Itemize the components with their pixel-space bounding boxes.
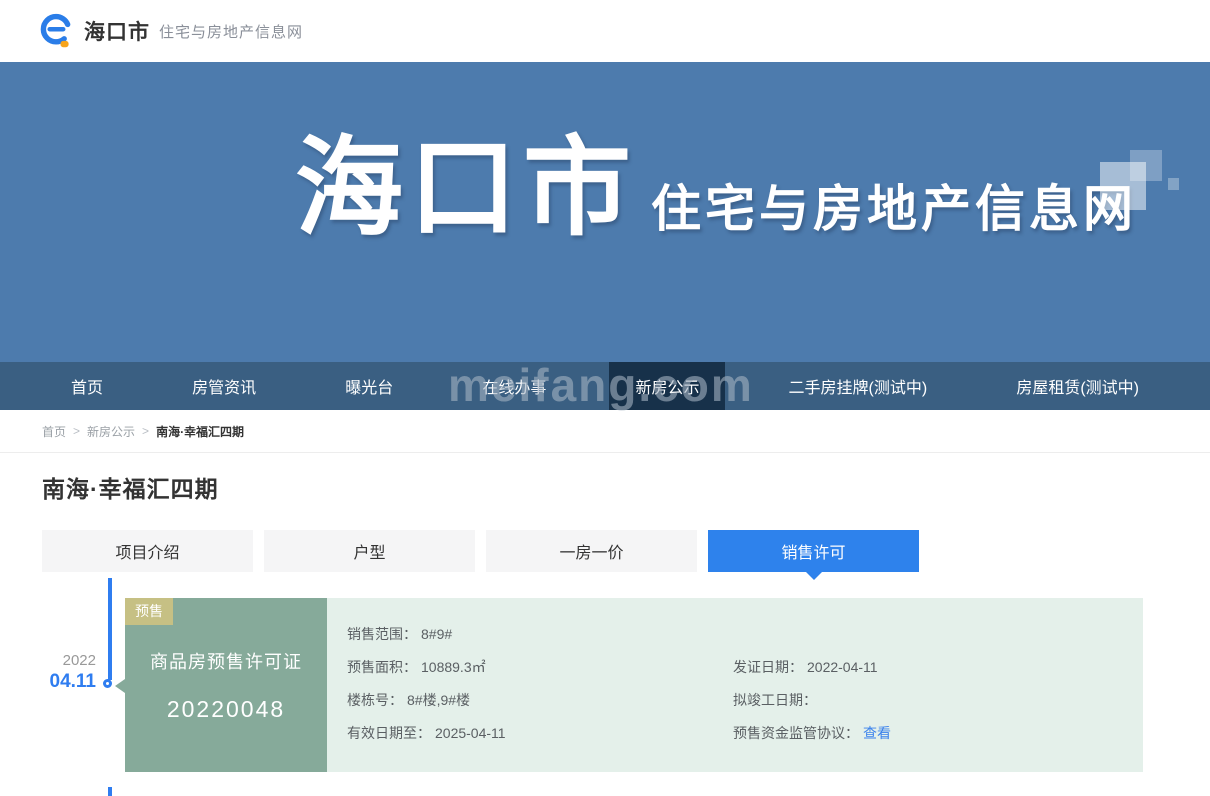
banner-text: 海口市 住宅与房地产信息网 — [295, 134, 1137, 242]
banner-decor-square — [1168, 178, 1179, 190]
site-name: 海口市 — [84, 21, 150, 44]
page-title: 南海·幸福汇四期 — [42, 476, 219, 502]
tab-bar: 项目介绍 户型 一房一价 销售许可 — [42, 530, 919, 580]
detail-valid-until: 有效日期至： 2025-04-11 — [347, 717, 506, 750]
nav-item-online-services[interactable]: 在线办事 — [456, 362, 572, 410]
detail-value: 10889.3㎡ — [421, 659, 486, 675]
breadcrumb-separator: > — [142, 424, 150, 438]
permit-card: 预售 商品房预售许可证 20220048 销售范围： 8#9# 预售面积： 1088… — [125, 598, 1143, 772]
tab-project-intro[interactable]: 项目介绍 — [42, 530, 253, 572]
detail-planned-completion: 拟竣工日期： — [733, 684, 891, 717]
detail-label: 楼栋号： — [347, 692, 403, 708]
tab-price-per-unit[interactable]: 一房一价 — [486, 530, 697, 572]
detail-sales-range: 销售范围： 8#9# — [347, 618, 506, 651]
detail-value: 2025-04-11 — [435, 725, 506, 741]
page: 海口市 住宅与房地产信息网 海口市 住宅与房地产信息网 首页 房管资讯 曝光台 … — [0, 0, 1210, 796]
detail-label: 有效日期至： — [347, 725, 431, 741]
timeline-day: 04.11 — [49, 671, 97, 692]
detail-label: 拟竣工日期： — [733, 692, 817, 708]
view-agreement-link[interactable]: 查看 — [863, 725, 891, 741]
detail-presale-area: 预售面积： 10889.3㎡ — [347, 651, 506, 684]
tab-floor-plans[interactable]: 户型 — [264, 530, 475, 572]
breadcrumb-home[interactable]: 首页 — [42, 423, 66, 440]
hero-banner: 海口市 住宅与房地产信息网 — [0, 62, 1210, 362]
detail-label: 发证日期： — [733, 659, 803, 675]
breadcrumb-current: 南海·幸福汇四期 — [156, 424, 245, 439]
presale-badge: 预售 — [125, 598, 173, 625]
site-logo-icon — [40, 13, 72, 48]
detail-value: 2022-04-11 — [807, 659, 878, 675]
detail-label: 预售面积： — [347, 659, 417, 675]
nav-item-secondhand[interactable]: 二手房挂牌(测试中) — [763, 362, 954, 410]
detail-label: 销售范围： — [347, 626, 417, 642]
timeline-date: 2022 04.11 — [26, 652, 97, 693]
breadcrumb-new-homes[interactable]: 新房公示 — [87, 423, 135, 440]
breadcrumb-separator: > — [73, 424, 81, 438]
timeline-line — [108, 578, 112, 680]
nav-item-home[interactable]: 首页 — [45, 362, 129, 410]
nav-item-new-homes[interactable]: 新房公示 — [609, 362, 726, 410]
timeline-line — [108, 787, 112, 796]
breadcrumb: 首页 > 新房公示 > 南海·幸福汇四期 — [0, 410, 1210, 453]
detail-label: 预售资金监管协议： — [733, 725, 859, 741]
nav-item-exposure[interactable]: 曝光台 — [319, 362, 419, 410]
timeline-node-icon — [103, 679, 112, 688]
detail-issue-date: 发证日期： 2022-04-11 — [733, 651, 891, 684]
site-subtitle: 住宅与房地产信息网 — [159, 23, 304, 41]
permit-card-details: 销售范围： 8#9# 预售面积： 10889.3㎡ 楼栋号： 8#楼,9#楼 有效日期… — [327, 598, 1143, 772]
detail-building-number: 楼栋号： 8#楼,9#楼 — [347, 684, 506, 717]
details-right-column: 发证日期： 2022-04-11 拟竣工日期： 预售资金监管协议： 查看 — [733, 651, 891, 750]
details-left-column: 销售范围： 8#9# 预售面积： 10889.3㎡ 楼栋号： 8#楼,9#楼 有效日期… — [347, 618, 506, 750]
tab-sales-permit[interactable]: 销售许可 — [708, 530, 919, 580]
main-nav: 首页 房管资讯 曝光台 在线办事 新房公示 二手房挂牌(测试中) 房屋租赁(测试… — [0, 362, 1210, 410]
banner-title: 海口市 — [295, 127, 638, 248]
permit-number: 20220048 — [166, 695, 286, 722]
detail-fund-supervision: 预售资金监管协议： 查看 — [733, 717, 891, 750]
banner-decor-square — [1130, 150, 1162, 181]
top-header: 海口市 住宅与房地产信息网 — [0, 0, 1210, 62]
permit-title: 商品房预售许可证 — [150, 651, 302, 672]
banner-subtitle: 住宅与房地产信息网 — [651, 181, 1138, 237]
permit-card-summary: 预售 商品房预售许可证 20220048 — [125, 598, 327, 772]
timeline-year: 2022 — [62, 652, 96, 669]
detail-value: 8#楼,9#楼 — [407, 692, 471, 708]
nav-item-rental[interactable]: 房屋租赁(测试中) — [990, 362, 1165, 410]
nav-item-housing-news[interactable]: 房管资讯 — [166, 362, 282, 410]
detail-value: 8#9# — [421, 626, 453, 642]
timeline-arrow-icon — [115, 679, 125, 693]
